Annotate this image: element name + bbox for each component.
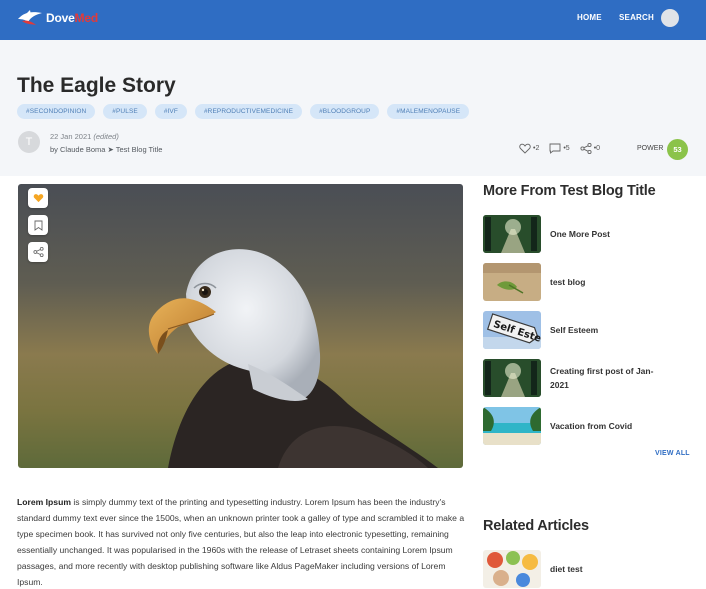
nav-search-link[interactable]: SEARCH bbox=[619, 13, 654, 22]
nav-home-link[interactable]: HOME bbox=[577, 13, 602, 22]
heart-icon bbox=[519, 143, 531, 154]
comment-icon bbox=[549, 143, 561, 154]
tag-chip[interactable]: #PULSE bbox=[103, 104, 147, 119]
post-date-value: 22 Jan 2021 bbox=[50, 132, 92, 141]
share-icon bbox=[32, 247, 44, 257]
more-post-item[interactable]: Vacation from Covid bbox=[483, 407, 693, 445]
post-title[interactable]: diet test bbox=[550, 562, 670, 576]
tag-chip[interactable]: #REPRODUCTIVEMEDICINE bbox=[194, 104, 303, 119]
power-score-badge: 53 bbox=[667, 139, 688, 160]
share-button[interactable] bbox=[28, 242, 48, 262]
article-body: Lorem Ipsum is simply dummy text of the … bbox=[17, 494, 467, 589]
like-count: •2 bbox=[533, 145, 540, 152]
article-body-text: is simply dummy text of the printing and… bbox=[17, 497, 465, 587]
share-count: •0 bbox=[593, 145, 601, 152]
bookmark-button[interactable] bbox=[28, 215, 48, 235]
article-body-lead: Lorem Ipsum bbox=[17, 497, 71, 507]
eagle-photo bbox=[18, 184, 463, 468]
post-thumbnail bbox=[483, 359, 541, 397]
article-hero-image bbox=[18, 184, 463, 468]
post-title[interactable]: Vacation from Covid bbox=[550, 419, 670, 433]
dovemed-logo[interactable]: DoveMed bbox=[16, 8, 98, 28]
post-title[interactable]: One More Post bbox=[550, 227, 670, 241]
brand-dove: Dove bbox=[46, 11, 75, 25]
post-thumbnail bbox=[483, 215, 541, 253]
brand-name: DoveMed bbox=[46, 11, 98, 25]
share-icon bbox=[580, 143, 592, 154]
tag-list: #SECONDOPINION #PULSE #IVF #REPRODUCTIVE… bbox=[17, 104, 470, 119]
bookmark-icon bbox=[34, 220, 42, 231]
tag-chip[interactable]: #MALEMENOPAUSE bbox=[387, 104, 470, 119]
related-article-item[interactable]: diet test bbox=[483, 550, 693, 588]
like-button[interactable] bbox=[28, 188, 48, 208]
related-articles-heading: Related Articles bbox=[483, 518, 589, 534]
more-post-item[interactable]: Self Esteem Self Esteem bbox=[483, 311, 693, 349]
tag-chip[interactable]: #SECONDOPINION bbox=[17, 104, 96, 119]
heart-filled-icon bbox=[33, 194, 43, 203]
author-avatar[interactable]: T bbox=[18, 131, 40, 153]
post-title[interactable]: Self Esteem bbox=[550, 323, 670, 337]
view-all-link[interactable]: VIEW ALL bbox=[655, 450, 690, 457]
tag-chip[interactable]: #BLOODGROUP bbox=[310, 104, 380, 119]
comment-count: •5 bbox=[563, 145, 570, 152]
post-date: 22 Jan 2021 (edited) bbox=[50, 132, 119, 141]
like-stat[interactable]: •2 bbox=[519, 143, 539, 154]
top-navbar: DoveMed HOME SEARCH bbox=[0, 0, 706, 40]
power-label: POWER bbox=[637, 145, 664, 152]
post-thumbnail bbox=[483, 550, 541, 588]
post-thumbnail bbox=[483, 263, 541, 301]
dove-logo-icon bbox=[16, 8, 44, 28]
more-from-heading: More From Test Blog Title bbox=[483, 183, 656, 199]
byline[interactable]: by Claude Boma ➤ Test Blog Title bbox=[50, 145, 162, 154]
user-avatar[interactable] bbox=[661, 9, 679, 27]
article-title: The Eagle Story bbox=[17, 74, 176, 97]
comment-stat[interactable]: •5 bbox=[549, 143, 570, 154]
post-thumbnail bbox=[483, 407, 541, 445]
more-post-item[interactable]: test blog bbox=[483, 263, 693, 301]
engagement-stats: •2 •5 •0 bbox=[519, 143, 600, 154]
post-thumbnail: Self Esteem bbox=[483, 311, 541, 349]
share-stat[interactable]: •0 bbox=[580, 143, 600, 154]
edited-label: (edited) bbox=[93, 132, 119, 141]
tag-chip[interactable]: #IVF bbox=[154, 104, 187, 119]
post-title[interactable]: test blog bbox=[550, 275, 670, 289]
more-post-item[interactable]: One More Post bbox=[483, 215, 693, 253]
more-post-item[interactable]: Creating first post of Jan-2021 bbox=[483, 359, 693, 397]
post-title[interactable]: Creating first post of Jan-2021 bbox=[550, 364, 670, 392]
brand-med: Med bbox=[74, 11, 99, 25]
